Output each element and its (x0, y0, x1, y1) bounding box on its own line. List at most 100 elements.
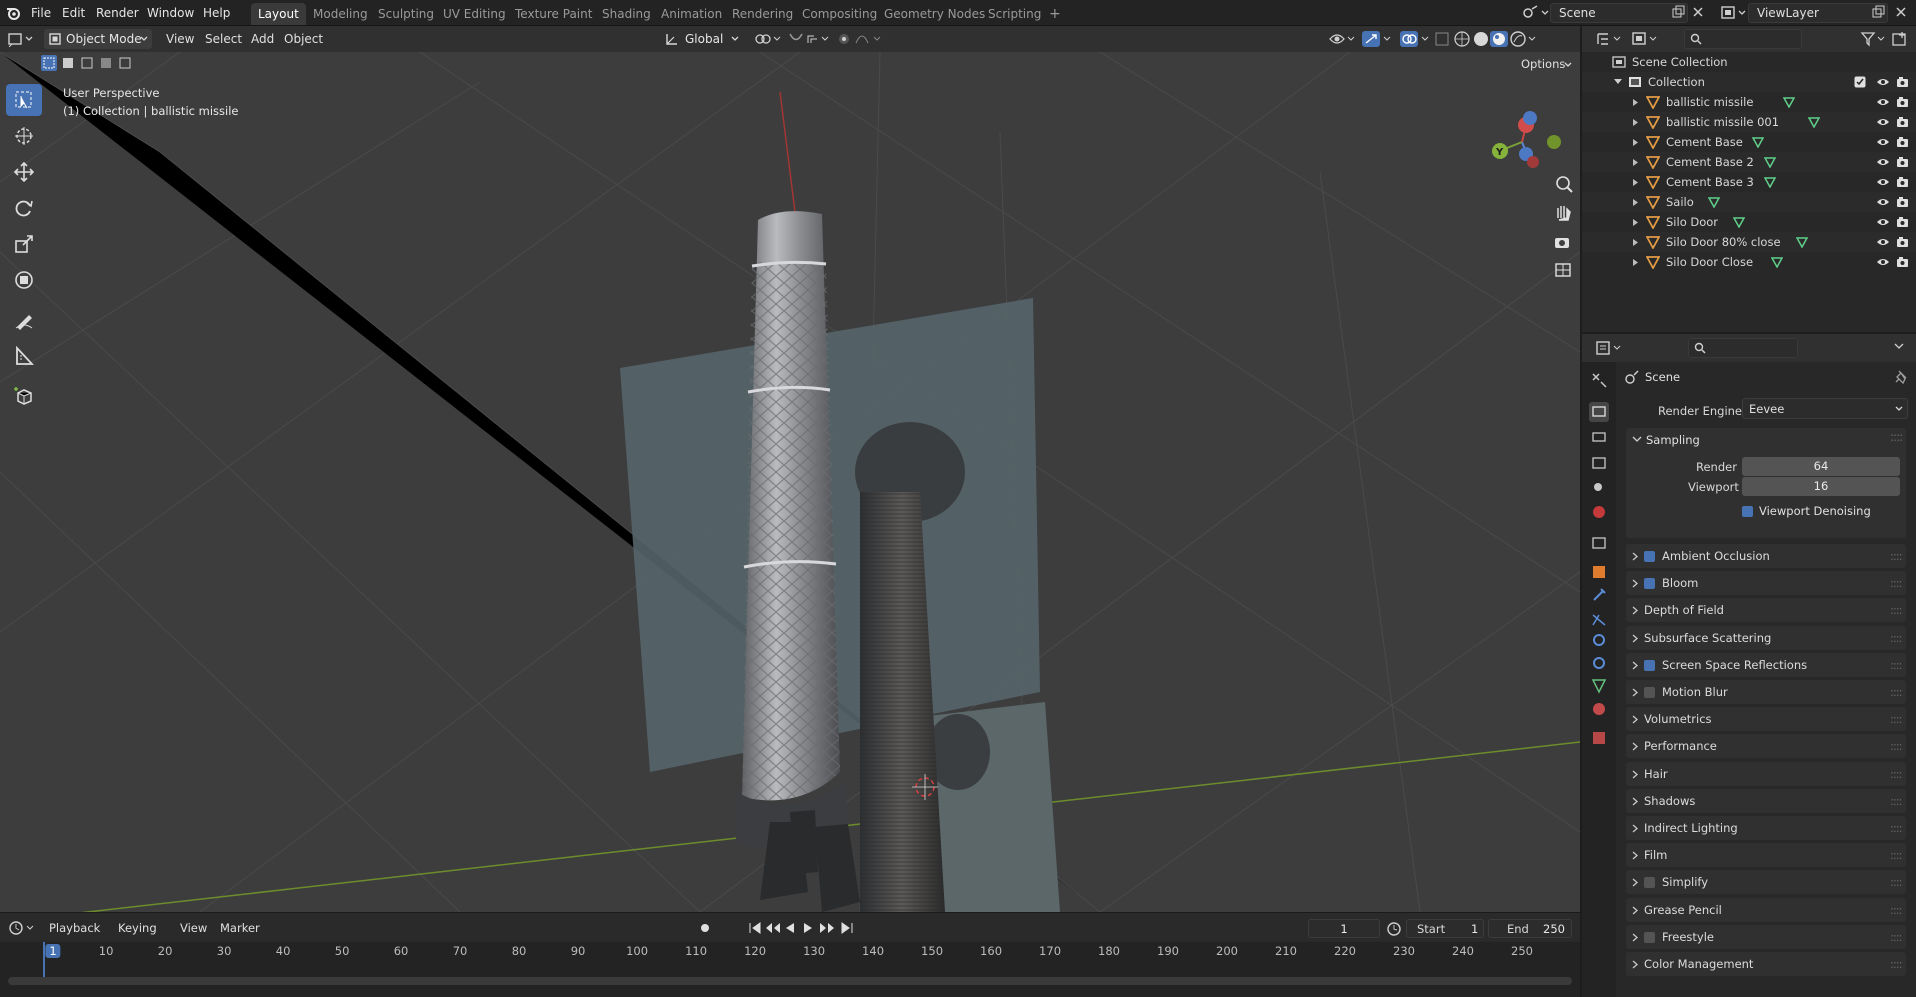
outliner-item[interactable]: Cement Base 2 (1582, 152, 1916, 172)
pan-icon[interactable] (1557, 206, 1571, 221)
menu-view[interactable]: View (166, 26, 194, 52)
cursor-tool[interactable] (6, 120, 42, 152)
drag-handle-icon[interactable]: :::: (1890, 952, 1902, 976)
camera-render-icon[interactable] (1896, 255, 1910, 269)
marker-menu[interactable]: Marker (220, 921, 260, 935)
editor-type-icon[interactable] (8, 31, 36, 47)
add-cube-tool[interactable] (6, 380, 42, 412)
rotate-tool[interactable] (6, 192, 42, 224)
tab-geometry-nodes[interactable]: Geometry Nodes (877, 3, 992, 25)
camera-render-icon[interactable] (1896, 95, 1910, 109)
gizmo-x-neg-icon[interactable] (1527, 156, 1539, 168)
tab-uv-editing[interactable]: UV Editing (436, 3, 513, 25)
checkbox-icon[interactable] (1644, 659, 1655, 671)
render-panel-header[interactable]: Bloom:::: (1626, 571, 1906, 596)
chevron-right-icon[interactable] (1632, 258, 1640, 267)
eye-icon[interactable] (1876, 216, 1890, 228)
mesh-data-icon[interactable] (1751, 136, 1764, 148)
render-engine-dropdown[interactable]: Eevee (1742, 398, 1908, 419)
delete-view-layer-icon[interactable] (1895, 6, 1907, 18)
viewport-denoising-checkbox[interactable]: Viewport Denoising (1742, 502, 1871, 520)
checkbox-icon[interactable] (1854, 76, 1866, 88)
chevron-right-icon[interactable] (1632, 218, 1640, 227)
drag-handle-icon[interactable]: :::: (1890, 734, 1902, 758)
chevron-right-icon[interactable] (1632, 238, 1640, 247)
end-frame-field[interactable]: End 250 (1488, 919, 1572, 938)
outliner-collection[interactable]: Collection (1582, 72, 1916, 92)
viewport-samples-field[interactable]: 16 (1742, 477, 1900, 496)
outliner-item[interactable]: ballistic missile 001 (1582, 112, 1916, 132)
camera-render-icon[interactable] (1896, 175, 1910, 189)
transform-tool[interactable] (6, 264, 42, 296)
object-mode-dropdown[interactable]: Object Mode (44, 29, 152, 49)
eye-icon[interactable] (1876, 236, 1890, 248)
menu-window[interactable]: Window (147, 0, 194, 26)
timeline-view-menu[interactable]: View (180, 921, 207, 935)
viewport-scene[interactable] (0, 52, 1580, 912)
drag-handle-icon[interactable]: :::: (1890, 680, 1902, 704)
menu-select[interactable]: Select (205, 26, 242, 52)
start-frame-field[interactable]: Start 1 (1406, 919, 1484, 938)
new-collection-icon[interactable] (1892, 31, 1908, 47)
eye-icon[interactable] (1876, 96, 1890, 108)
3d-viewport[interactable]: User Perspective (1) Collection | ballis… (0, 52, 1580, 912)
mesh-data-icon[interactable] (1732, 216, 1745, 228)
camera-render-icon[interactable] (1896, 135, 1910, 149)
outliner-search-input[interactable] (1684, 29, 1802, 49)
eye-icon[interactable] (1876, 116, 1890, 128)
viewport-nav-buttons[interactable] (1552, 172, 1576, 292)
drag-handle-icon[interactable]: :::: (1890, 653, 1902, 677)
mesh-data-icon[interactable] (1770, 256, 1783, 268)
navigation-gizmo[interactable]: Y (1480, 90, 1580, 180)
camera-render-icon[interactable] (1896, 155, 1910, 169)
tab-modeling[interactable]: Modeling (306, 3, 375, 25)
duplicate-scene-icon[interactable] (1672, 5, 1686, 19)
chevron-right-icon[interactable] (1632, 138, 1640, 147)
camera-render-icon[interactable] (1896, 75, 1910, 89)
filter-icon[interactable] (1860, 31, 1888, 47)
drag-handle-icon[interactable]: :::: (1890, 430, 1903, 444)
gizmo-z-icon[interactable] (1523, 111, 1537, 125)
drag-handle-icon[interactable]: :::: (1890, 544, 1902, 568)
tab-layout[interactable]: Layout (251, 3, 306, 25)
timeline-scrollbar[interactable] (8, 977, 1572, 985)
stopwatch-icon[interactable] (1386, 921, 1402, 937)
add-workspace-button[interactable]: + (1042, 3, 1068, 25)
viewport-shading-controls[interactable] (1328, 30, 1578, 48)
drag-handle-icon[interactable]: :::: (1890, 762, 1902, 786)
chevron-right-icon[interactable] (1632, 158, 1640, 167)
blender-logo-icon[interactable] (6, 5, 22, 21)
render-panel-header[interactable]: Depth of Field:::: (1626, 598, 1906, 623)
current-frame-field[interactable]: 1 (1308, 919, 1380, 938)
drag-handle-icon[interactable]: :::: (1890, 816, 1902, 840)
drag-handle-icon[interactable]: :::: (1890, 898, 1902, 922)
outliner-item[interactable]: Sailo (1582, 192, 1916, 212)
menu-file[interactable]: File (31, 0, 51, 26)
tab-texture-paint[interactable]: Texture Paint (508, 3, 599, 25)
outliner-item[interactable]: ballistic missile (1582, 92, 1916, 112)
tab-scripting[interactable]: Scripting (981, 3, 1048, 25)
camera-render-icon[interactable] (1896, 195, 1910, 209)
select-box-tool[interactable] (6, 84, 42, 116)
gizmo-y-neg-icon[interactable] (1547, 135, 1561, 149)
camera-render-icon[interactable] (1896, 115, 1910, 129)
menu-help[interactable]: Help (203, 0, 230, 26)
chevron-down-icon[interactable] (1613, 78, 1623, 86)
scene-name-field[interactable]: Scene (1550, 3, 1688, 23)
playback-menu[interactable]: Playback (49, 921, 100, 935)
menu-render[interactable]: Render (96, 0, 139, 26)
drag-handle-icon[interactable]: :::: (1890, 707, 1902, 731)
pivot-snap-proportional-icons[interactable] (752, 31, 892, 47)
menu-edit[interactable]: Edit (62, 0, 85, 26)
playback-controls[interactable] (696, 920, 866, 936)
render-panel-header[interactable]: Color Management:::: (1626, 952, 1906, 976)
mesh-data-icon[interactable] (1808, 116, 1821, 128)
tab-shading[interactable]: Shading (595, 3, 658, 25)
menu-object[interactable]: Object (284, 26, 323, 52)
drag-handle-icon[interactable]: :::: (1890, 626, 1902, 650)
outliner-item[interactable]: Silo Door (1582, 212, 1916, 232)
properties-editor-icon[interactable] (1596, 340, 1624, 356)
drag-handle-icon[interactable]: :::: (1890, 843, 1902, 867)
selection-mode-icons[interactable] (40, 54, 136, 72)
mesh-data-icon[interactable] (1707, 196, 1720, 208)
